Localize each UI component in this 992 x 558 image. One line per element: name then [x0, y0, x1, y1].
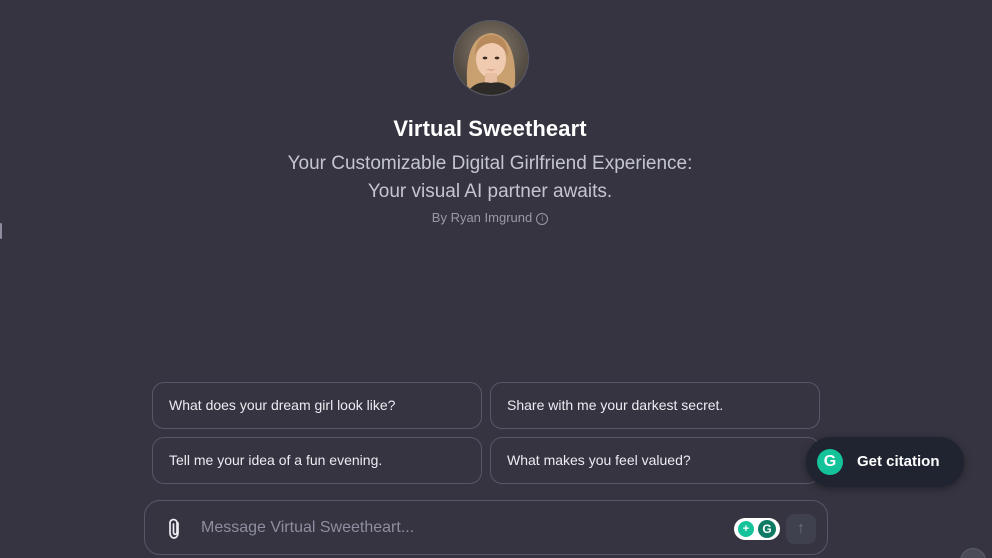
grammarly-logo-icon[interactable]: G [758, 520, 776, 538]
grammarly-icon: G [817, 449, 843, 475]
sidebar-toggle-handle[interactable] [0, 223, 2, 239]
gpt-description: Your Customizable Digital Girlfriend Exp… [0, 150, 980, 206]
paperclip-icon[interactable] [165, 517, 185, 541]
suggestion-button[interactable]: What does your dream girl look like? [152, 382, 482, 429]
arrow-up-icon: ↑ [797, 520, 805, 537]
get-citation-label: Get citation [857, 453, 940, 470]
author-label: By Ryan Imgrund [431, 210, 533, 225]
get-citation-button[interactable]: G Get citation [806, 437, 964, 487]
gpt-description-line-1: Your Customizable Digital Girlfriend Exp… [287, 153, 693, 174]
suggestion-button[interactable]: Tell me your idea of a fun evening. [152, 437, 482, 484]
message-input[interactable] [201, 517, 661, 539]
suggestion-button[interactable]: What makes you feel valued? [490, 437, 820, 484]
gpt-author[interactable]: By Ryan Imgrund i [0, 210, 980, 225]
grammarly-suggestion-icon[interactable]: + [738, 521, 754, 537]
suggestion-button[interactable]: Share with me your darkest secret. [490, 382, 820, 429]
avatar-portrait-icon [454, 21, 528, 95]
info-icon[interactable]: i [536, 213, 549, 225]
gpt-description-line-2: Your visual AI partner awaits. [367, 181, 613, 202]
gpt-avatar [453, 20, 529, 96]
send-button[interactable]: ↑ [786, 514, 816, 544]
chat-page: Virtual Sweetheart Your Customizable Dig… [0, 0, 992, 558]
gpt-title: Virtual Sweetheart [393, 116, 587, 141]
grammarly-widget[interactable]: + G [734, 518, 780, 540]
message-composer: + G ↑ [144, 500, 828, 555]
help-button[interactable] [960, 548, 986, 558]
